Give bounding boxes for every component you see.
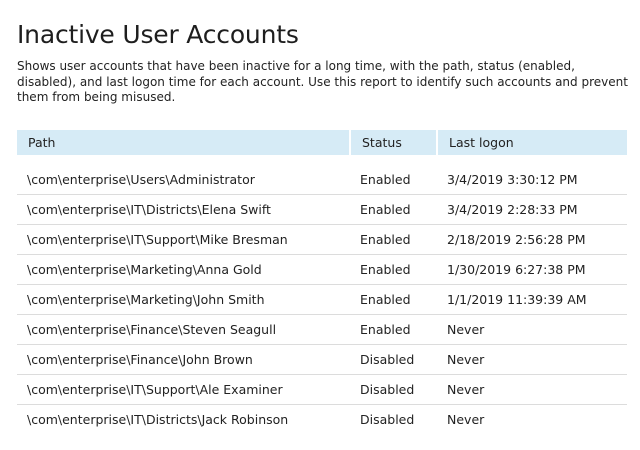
cell-last-logon: Never <box>447 411 485 427</box>
cell-last-logon: 3/4/2019 2:28:33 PM <box>437 194 627 225</box>
table-header: Path Status Last logon <box>17 129 627 155</box>
table-row: \com\enterprise\Marketing\Anna Gold Enab… <box>17 254 627 285</box>
cell-path: \com\enterprise\IT\Support\Mike Bresman <box>17 224 350 255</box>
table-row: \com\enterprise\IT\Districts\Jack Robins… <box>17 404 627 434</box>
cell-status: Enabled <box>350 194 437 225</box>
table-row: \com\enterprise\Marketing\John Smith Ena… <box>17 284 627 315</box>
cell-path: \com\enterprise\Users\Administrator <box>17 164 350 195</box>
cell-status: Enabled <box>350 254 437 285</box>
cell-path: \com\enterprise\Marketing\John Smith <box>17 284 350 315</box>
cell-last-logon: Never <box>437 344 627 375</box>
table-body: \com\enterprise\Users\Administrator Enab… <box>17 155 627 434</box>
column-header-last-logon: Last logon <box>437 129 627 155</box>
cell-path: \com\enterprise\Marketing\Anna Gold <box>17 254 350 285</box>
cell-status: Enabled <box>350 314 437 345</box>
report: Inactive User Accounts Shows user accoun… <box>17 18 628 434</box>
table-row: \com\enterprise\IT\Support\Ale Examiner … <box>17 374 627 405</box>
header-row: Path Status Last logon <box>17 129 627 155</box>
report-description: Shows user accounts that have been inact… <box>17 59 628 104</box>
cell-status: Disabled <box>360 411 415 427</box>
cell-path: \com\enterprise\IT\Districts\Elena Swift <box>17 194 350 225</box>
cell-status: Enabled <box>350 284 437 315</box>
table-row: \com\enterprise\IT\Support\Mike Bresman … <box>17 224 627 255</box>
cell-status: Disabled <box>350 344 437 375</box>
cell-path: \com\enterprise\Finance\Steven Seagull <box>17 314 350 345</box>
column-header-status: Status <box>350 129 438 155</box>
cell-path: \com\enterprise\Finance\John Brown <box>17 344 350 375</box>
accounts-table: Path Status Last logon \com\enterprise\U… <box>17 129 627 434</box>
cell-last-logon: Never <box>437 314 627 345</box>
cell-status: Disabled <box>350 374 437 405</box>
table-row: \com\enterprise\Users\Administrator Enab… <box>17 164 627 195</box>
cell-status: Enabled <box>350 224 437 255</box>
header-spacer <box>17 155 627 165</box>
spacer-cell <box>17 155 627 165</box>
cell-last-logon: 2/18/2019 2:56:28 PM <box>437 224 627 255</box>
column-header-path: Path <box>17 129 351 155</box>
table-row: \com\enterprise\IT\Districts\Elena Swift… <box>17 194 627 225</box>
report-title: Inactive User Accounts <box>17 20 299 49</box>
cell-path: \com\enterprise\IT\Districts\Jack Robins… <box>27 411 289 427</box>
cell-last-logon: Never <box>437 374 627 405</box>
table-row: \com\enterprise\Finance\John Brown Disab… <box>17 344 627 375</box>
cell-status: Enabled <box>350 164 437 195</box>
table-row: \com\enterprise\Finance\Steven Seagull E… <box>17 314 627 345</box>
cell-last-logon: 1/30/2019 6:27:38 PM <box>437 254 627 285</box>
cell-last-logon: 1/1/2019 11:39:39 AM <box>437 284 627 315</box>
cell-last-logon: 3/4/2019 3:30:12 PM <box>437 164 627 195</box>
cell-path: \com\enterprise\IT\Support\Ale Examiner <box>17 374 350 405</box>
